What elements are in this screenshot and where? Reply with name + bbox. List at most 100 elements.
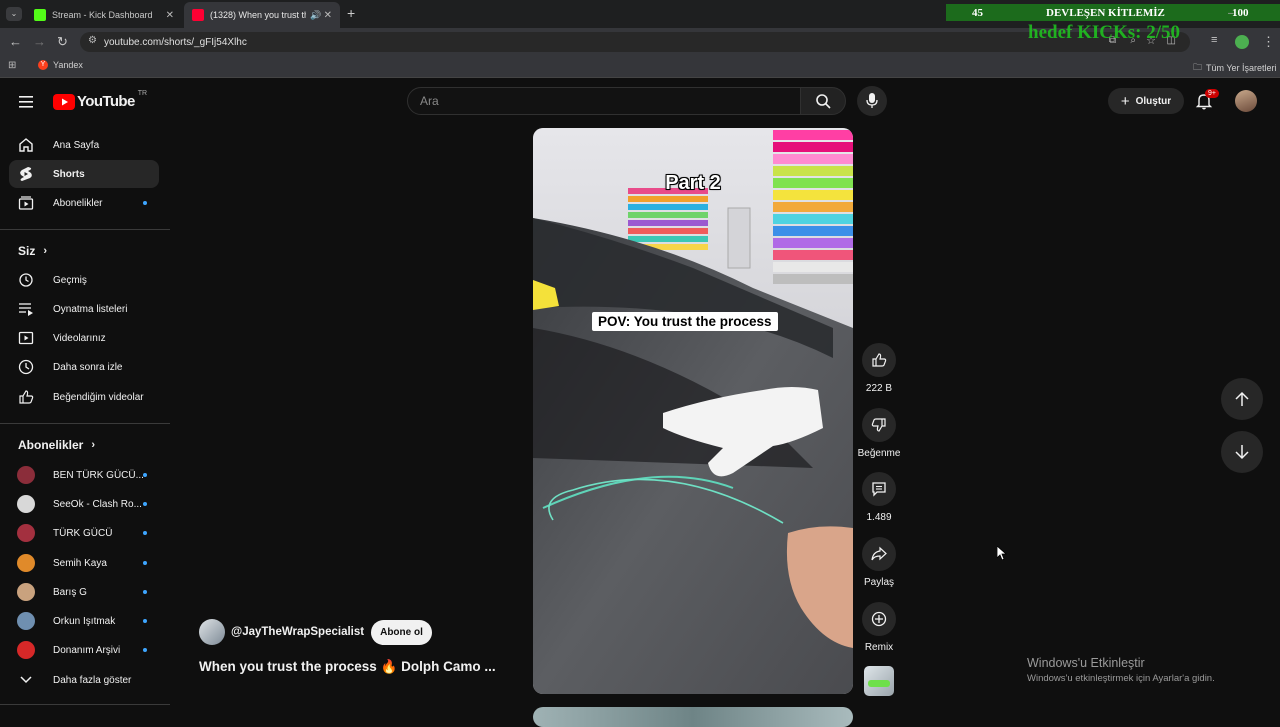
- sidebar-item-label: Orkun Işıtmak: [53, 615, 116, 627]
- sidebar-item-liked-videos[interactable]: Beğendiğim videolar: [9, 383, 159, 411]
- sidebar-subscription-channel[interactable]: Barış G: [9, 578, 159, 606]
- comment-count: 1.489: [866, 512, 892, 523]
- share-icon: [871, 546, 887, 561]
- tab-search-chevron-icon[interactable]: ⌄: [6, 7, 22, 21]
- remix-button[interactable]: [862, 602, 896, 636]
- sidebar-item-label: Barış G: [53, 586, 87, 598]
- create-button[interactable]: + Oluştur: [1108, 88, 1184, 114]
- sidebar-item-label: Ana Sayfa: [53, 139, 100, 151]
- hamburger-menu-icon[interactable]: [19, 95, 33, 108]
- sidebar-item-watch-later[interactable]: Daha sonra izle: [9, 353, 159, 381]
- thumbs-down-icon: [871, 418, 886, 432]
- next-short-preview[interactable]: [533, 707, 853, 727]
- speaker-icon[interactable]: 🔊: [310, 10, 321, 21]
- region-code: TR: [137, 90, 148, 97]
- you-header-label: Siz: [18, 244, 36, 258]
- browser-menu-icon[interactable]: ⋮: [1262, 34, 1275, 50]
- url-field[interactable]: ⚙ youtube.com/shorts/_gFIj54Xlhc ⧉ ⌕ ☆ ◫: [80, 32, 1190, 52]
- sidebar-item-history[interactable]: Geçmiş: [9, 266, 159, 294]
- search-input[interactable]: Ara: [407, 87, 801, 115]
- search-button[interactable]: [800, 87, 846, 115]
- back-arrow-icon[interactable]: ←: [9, 34, 22, 49]
- sidebar-item-subscriptions[interactable]: Abonelikler: [9, 189, 159, 217]
- yandex-icon: Y: [38, 60, 48, 70]
- home-icon: [17, 136, 35, 154]
- new-content-dot: [143, 473, 147, 477]
- chevron-right-icon: ›: [91, 439, 96, 451]
- sidebar-subscription-channel[interactable]: SeeOk - Clash Ro...: [9, 490, 159, 518]
- channel-name[interactable]: @JayTheWrapSpecialist: [231, 626, 364, 638]
- sidebar-item-label: Geçmiş: [53, 274, 87, 286]
- sidebar-subscription-channel[interactable]: BEN TÜRK GÜCÜ...: [9, 461, 159, 489]
- notifications-button[interactable]: 9+: [1195, 89, 1219, 112]
- close-tab-icon[interactable]: ✕: [324, 10, 332, 21]
- dislike-button[interactable]: [862, 408, 896, 442]
- next-short-button[interactable]: [1221, 431, 1263, 473]
- forward-arrow-icon[interactable]: →: [33, 34, 46, 49]
- site-info-icon[interactable]: ⚙: [88, 35, 97, 46]
- all-bookmarks-button[interactable]: 🗀 Tüm Yer İşaretleri: [1193, 60, 1277, 76]
- sidebar-subscription-channel[interactable]: Donanım Arşivi: [9, 636, 159, 664]
- all-bookmarks-label: Tüm Yer İşaretleri: [1206, 63, 1277, 73]
- channel-avatar: [17, 612, 35, 630]
- shorts-icon: [17, 165, 35, 183]
- close-tab-icon[interactable]: ✕: [166, 10, 174, 21]
- new-content-dot: [143, 201, 147, 205]
- apps-grid-icon[interactable]: ⊞: [8, 60, 16, 71]
- activation-title: Windows'u Etkinleştir: [1027, 656, 1145, 670]
- comments-button[interactable]: [862, 472, 896, 506]
- profile-avatar-icon[interactable]: [1235, 35, 1249, 49]
- overlay-part-label: Part 2: [665, 172, 721, 194]
- sidebar-divider: [0, 704, 170, 705]
- sidebar-you-header[interactable]: Siz ›: [18, 244, 47, 258]
- watch-later-icon: [17, 358, 35, 376]
- sidebar-subscription-channel[interactable]: Orkun Işıtmak: [9, 607, 159, 635]
- channel-avatar[interactable]: [199, 619, 225, 645]
- new-content-dot: [143, 561, 147, 565]
- mouse-cursor-icon: [997, 546, 1007, 560]
- sidebar-subscription-channel[interactable]: Semih Kaya: [9, 549, 159, 577]
- short-title[interactable]: When you trust the process 🔥 Dolph Camo …: [199, 659, 496, 675]
- new-tab-button[interactable]: +: [347, 5, 355, 21]
- sidebar-divider: [0, 423, 170, 424]
- reload-icon[interactable]: ↻: [57, 34, 68, 50]
- voice-search-button[interactable]: [857, 86, 887, 116]
- share-label: Paylaş: [863, 577, 894, 588]
- share-button[interactable]: [862, 537, 896, 571]
- sidebar-item-home[interactable]: Ana Sayfa: [9, 131, 159, 159]
- sidebar-subscription-channel[interactable]: TÜRK GÜCÜ: [9, 519, 159, 547]
- sidebar-item-shorts[interactable]: Shorts: [9, 160, 159, 188]
- sidebar-item-your-videos[interactable]: Videolarınız: [9, 324, 159, 352]
- remix-icon: [871, 611, 887, 627]
- sound-thumbnail[interactable]: [864, 666, 894, 696]
- tab-kick-dashboard[interactable]: Stream - Kick Dashboard ✕: [26, 2, 182, 28]
- channel-avatar: [17, 466, 35, 484]
- bookmark-label: Yandex: [53, 60, 83, 70]
- youtube-play-icon: [53, 93, 75, 110]
- kick-title: DEVLEŞEN KİTLEMİZ: [1046, 6, 1165, 19]
- subscribe-button[interactable]: Abone ol: [371, 619, 432, 645]
- channel-avatar: [17, 495, 35, 513]
- sidebar-item-playlists[interactable]: Oynatma listeleri: [9, 295, 159, 323]
- youtube-favicon-icon: [192, 9, 204, 21]
- previous-short-button[interactable]: [1221, 378, 1263, 420]
- short-video-player[interactable]: Part 2 POV: You trust the process: [533, 128, 853, 694]
- channel-avatar: [17, 583, 35, 601]
- sidebar-item-label: Daha sonra izle: [53, 361, 123, 373]
- dislike-label: Beğenme: [857, 448, 901, 459]
- account-avatar[interactable]: [1235, 90, 1257, 112]
- remix-label: Remix: [864, 642, 894, 653]
- bookmark-yandex[interactable]: Y Yandex: [38, 60, 83, 70]
- sidebar-show-more[interactable]: Daha fazla göster: [9, 666, 159, 694]
- sidebar-subscriptions-header[interactable]: Abonelikler ›: [18, 438, 95, 452]
- tab-youtube-short[interactable]: (1328) When you trust the 🔊 ✕: [184, 2, 340, 28]
- media-controls-icon[interactable]: ≡: [1211, 34, 1217, 46]
- sidebar-item-label: Oynatma listeleri: [53, 303, 128, 315]
- window-minimize-icon[interactable]: –: [1228, 8, 1234, 19]
- thumbs-up-icon: [872, 353, 887, 367]
- youtube-logo[interactable]: YouTube TR: [53, 90, 148, 110]
- kick-right-value: 100: [1232, 6, 1249, 19]
- playlists-icon: [17, 300, 35, 318]
- channel-avatar: [17, 524, 35, 542]
- like-button[interactable]: [862, 343, 896, 377]
